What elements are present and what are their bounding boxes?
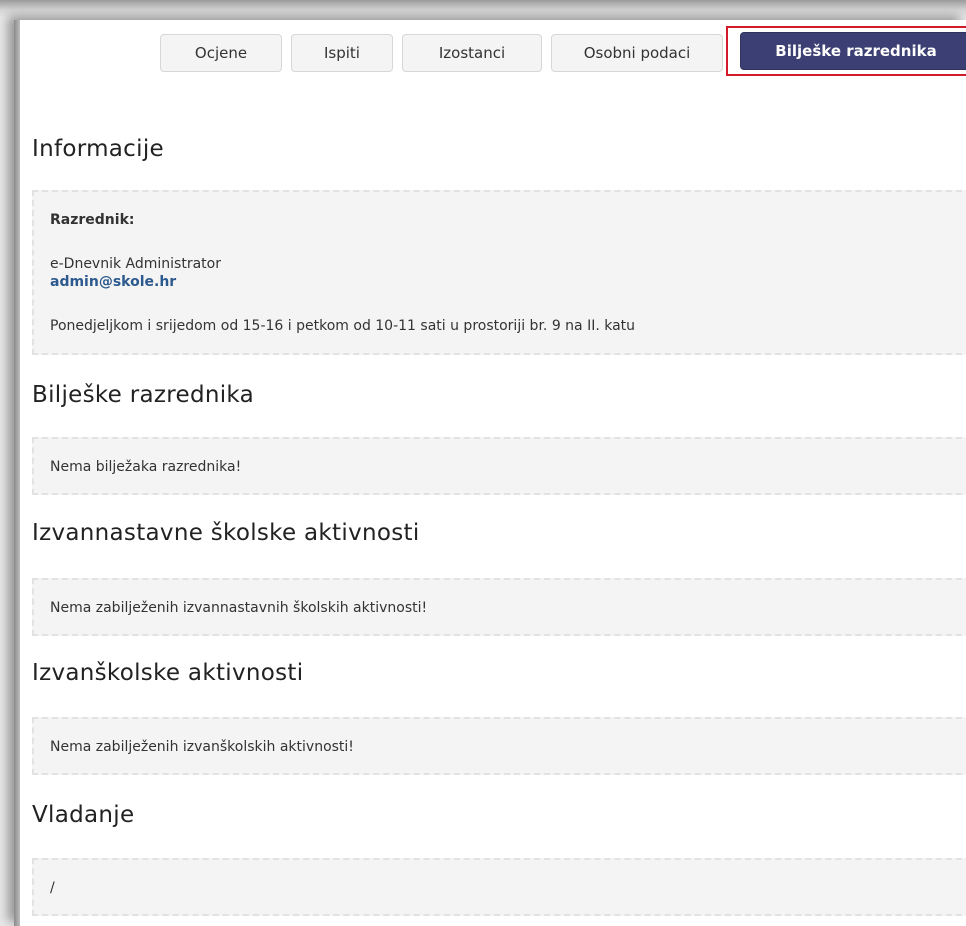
izvannastavne-box: Nema zabilježenih izvannastavnih školski… — [32, 578, 966, 636]
consultation-hours: Ponedjeljkom i srijedom od 15-16 i petko… — [50, 318, 636, 334]
izvanskolske-box: Nema zabilježenih izvanškolskih aktivnos… — [32, 717, 966, 775]
page-content: Ocjene Ispiti Izostanci Osobni podaci Bi… — [14, 20, 966, 926]
izvannastavne-empty-text: Nema zabilježenih izvannastavnih školski… — [50, 600, 428, 616]
section-title-izvannastavne: Izvannastavne školske aktivnosti — [32, 520, 420, 546]
vladanje-value: / — [50, 880, 55, 896]
section-title-informacije: Informacije — [32, 136, 164, 162]
biljeske-empty-text: Nema bilježaka razrednika! — [50, 459, 242, 475]
section-title-vladanje: Vladanje — [32, 802, 135, 828]
razrednik-label: Razrednik: — [50, 212, 135, 228]
tab-ispiti[interactable]: Ispiti — [291, 34, 393, 72]
izvanskolske-empty-text: Nema zabilježenih izvanškolskih aktivnos… — [50, 739, 354, 755]
informacije-box: Razrednik: e-Dnevnik Administrator admin… — [32, 190, 966, 355]
vladanje-box: / — [32, 858, 966, 916]
section-title-izvanskolske: Izvanškolske aktivnosti — [32, 660, 304, 686]
section-title-biljeske: Bilješke razrednika — [32, 382, 255, 408]
tab-izostanci[interactable]: Izostanci — [402, 34, 542, 72]
left-divider — [14, 20, 20, 926]
tab-ocjene[interactable]: Ocjene — [160, 34, 282, 72]
active-tab-highlight: Bilješke razrednika — [726, 26, 966, 76]
biljeske-box: Nema bilježaka razrednika! — [32, 437, 966, 495]
razrednik-email-link[interactable]: admin@skole.hr — [50, 274, 176, 290]
tab-biljeske-razrednika[interactable]: Bilješke razrednika — [740, 32, 966, 70]
razrednik-name: e-Dnevnik Administrator — [50, 256, 221, 272]
tab-osobni-podaci[interactable]: Osobni podaci — [551, 34, 723, 72]
tab-bar: Ocjene Ispiti Izostanci Osobni podaci Bi… — [160, 26, 966, 76]
